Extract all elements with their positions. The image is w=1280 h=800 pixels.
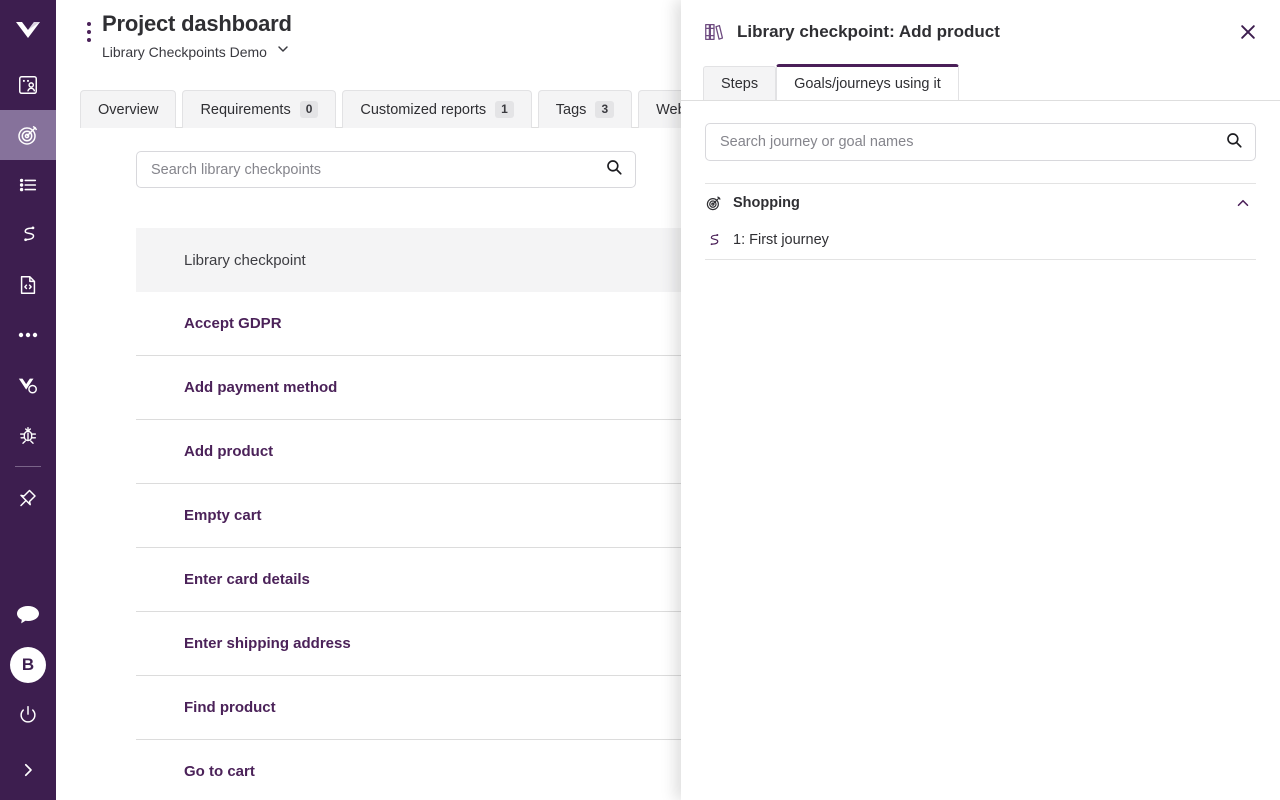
kebab-menu-icon[interactable] bbox=[80, 22, 98, 70]
chevron-down-icon bbox=[275, 41, 291, 62]
tab-label: Goals/journeys using it bbox=[794, 75, 941, 92]
project-selector[interactable]: Library Checkpoints Demo bbox=[102, 41, 292, 62]
checkpoint-name: Accept GDPR bbox=[184, 315, 282, 332]
tab-badge: 3 bbox=[595, 101, 615, 118]
chevron-right-icon[interactable] bbox=[0, 740, 56, 800]
panel-body: Shopping 1: Fir bbox=[681, 101, 1280, 260]
title-block: Project dashboard Library Checkpoints De… bbox=[102, 10, 292, 70]
checkpoint-name: Enter card details bbox=[184, 571, 310, 588]
sidebar-item-bugs[interactable] bbox=[0, 410, 56, 460]
tab-label: Steps bbox=[721, 75, 759, 92]
checkpoint-name: Empty cart bbox=[184, 507, 262, 524]
sidebar-item-code[interactable] bbox=[0, 260, 56, 310]
avatar-initial: B bbox=[10, 647, 46, 683]
tab-bar: Overview Requirements 0 Customized repor… bbox=[80, 90, 743, 128]
goal-group: Shopping 1: First journey bbox=[705, 183, 1256, 260]
checkpoint-name: Go to cart bbox=[184, 763, 255, 780]
left-rail: B bbox=[0, 0, 56, 800]
tab-label: Customized reports bbox=[360, 101, 487, 118]
side-panel: Library checkpoint: Add product Steps Go… bbox=[681, 0, 1280, 800]
panel-header: Library checkpoint: Add product bbox=[681, 0, 1280, 64]
tab-label: Tags bbox=[555, 101, 587, 118]
journey-path-icon bbox=[705, 232, 722, 249]
sidebar-item-checkpoints[interactable] bbox=[0, 160, 56, 210]
search-area bbox=[136, 151, 636, 188]
chevron-up-icon[interactable] bbox=[1234, 194, 1252, 212]
sidebar-item-more[interactable] bbox=[0, 310, 56, 360]
tab-goals-journeys-using-it[interactable]: Goals/journeys using it bbox=[776, 64, 959, 100]
panel-tab-bar: Steps Goals/journeys using it bbox=[681, 64, 1280, 100]
search-box[interactable] bbox=[136, 151, 636, 188]
journey-item[interactable]: 1: First journey bbox=[705, 221, 1256, 260]
search-input[interactable] bbox=[151, 161, 605, 178]
rail-divider bbox=[15, 466, 41, 467]
project-name: Library Checkpoints Demo bbox=[102, 43, 267, 60]
vwo-logo-icon[interactable] bbox=[0, 0, 56, 60]
checkpoint-name: Find product bbox=[184, 699, 276, 716]
tab-label: Overview bbox=[98, 101, 159, 118]
tab-label: Requirements bbox=[200, 101, 291, 118]
tab-overview[interactable]: Overview bbox=[80, 90, 177, 128]
sidebar-item-persona[interactable] bbox=[0, 60, 56, 110]
tab-badge: 1 bbox=[495, 101, 514, 118]
checkpoint-name: Enter shipping address bbox=[184, 635, 351, 652]
tab-customized-reports[interactable]: Customized reports 1 bbox=[342, 90, 532, 128]
tab-tags[interactable]: Tags 3 bbox=[537, 90, 633, 128]
journey-name: 1: First journey bbox=[733, 232, 829, 248]
close-icon[interactable] bbox=[1234, 18, 1262, 46]
panel-search-input[interactable] bbox=[720, 134, 1225, 150]
checkpoint-name: Add product bbox=[184, 443, 274, 460]
checkpoint-name: Add payment method bbox=[184, 379, 338, 396]
column-header-library-checkpoint: Library checkpoint bbox=[184, 251, 306, 269]
app-root: B Project dashboard Library Checkpoints … bbox=[0, 0, 1280, 800]
target-icon bbox=[705, 194, 723, 212]
search-icon[interactable] bbox=[1225, 131, 1243, 154]
sidebar-item-plugins[interactable] bbox=[0, 473, 56, 523]
tab-badge: 0 bbox=[299, 101, 319, 118]
tab-steps[interactable]: Steps bbox=[703, 66, 777, 100]
goal-group-header[interactable]: Shopping bbox=[705, 183, 1256, 221]
avatar[interactable]: B bbox=[0, 640, 56, 690]
page-title: Project dashboard bbox=[102, 11, 292, 36]
sidebar-item-journeys[interactable] bbox=[0, 210, 56, 260]
books-library-icon bbox=[703, 21, 725, 43]
power-icon[interactable] bbox=[0, 690, 56, 740]
search-icon[interactable] bbox=[605, 158, 623, 181]
sidebar-item-integrations[interactable] bbox=[0, 360, 56, 410]
tab-requirements[interactable]: Requirements 0 bbox=[182, 90, 337, 128]
sidebar-item-goals[interactable] bbox=[0, 110, 56, 160]
chat-bubble-icon[interactable] bbox=[0, 590, 56, 640]
goal-group-name: Shopping bbox=[733, 194, 800, 211]
panel-title: Library checkpoint: Add product bbox=[737, 22, 1000, 41]
panel-search-box[interactable] bbox=[705, 123, 1256, 161]
